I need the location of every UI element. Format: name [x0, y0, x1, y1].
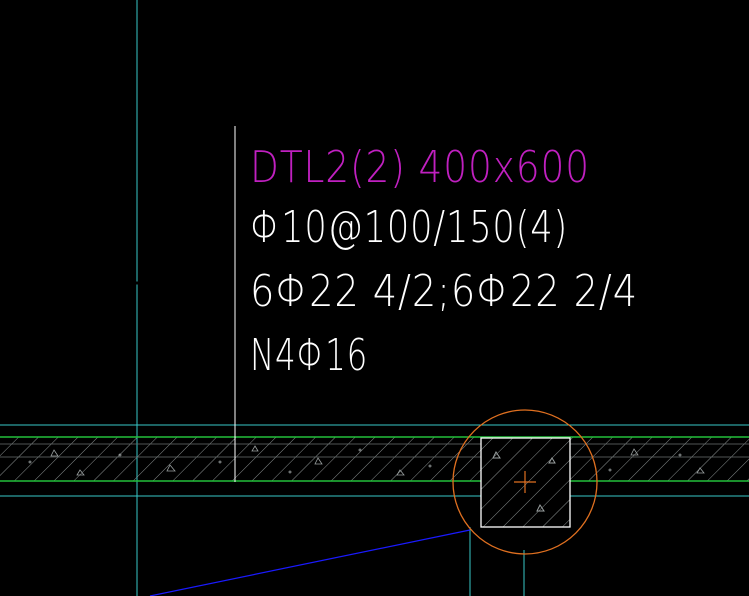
- beam-torsion-text[interactable]: N4Φ16: [250, 330, 368, 381]
- beam-name-text[interactable]: DTL2(2) 400x600: [250, 142, 590, 193]
- cad-drawing-canvas[interactable]: DTL2(2) 400x600 Φ10@100/150(4) 6Φ22 4/2;…: [0, 0, 749, 596]
- beam-stirrup-text[interactable]: Φ10@100/150(4): [250, 202, 568, 253]
- beam-rebar-text[interactable]: 6Φ22 4/2;6Φ22 2/4: [250, 266, 638, 317]
